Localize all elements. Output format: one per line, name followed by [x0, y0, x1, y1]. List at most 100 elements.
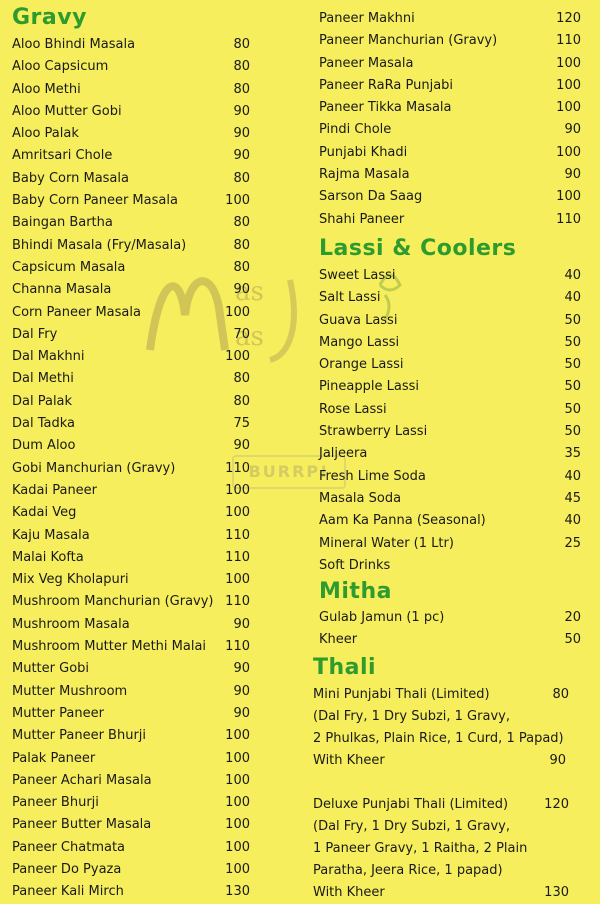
- item-price: 40: [564, 513, 581, 529]
- item-name: Mushroom Masala: [12, 616, 130, 632]
- item-name: Mango Lassi: [319, 334, 400, 350]
- item-name: Paneer Do Pyaza: [12, 861, 122, 877]
- item-name: Sweet Lassi: [319, 267, 396, 283]
- menu-item: Dal Palak 80: [12, 391, 250, 413]
- item-price: 100: [225, 349, 250, 365]
- menu-item: Gulab Jamun (1 pc) 20: [319, 607, 581, 629]
- item-name: Dal Fry: [12, 326, 58, 342]
- item-price: 110: [225, 527, 250, 543]
- thali-line: (Dal Fry, 1 Dry Subzi, 1 Gravy,: [313, 708, 510, 724]
- item-name: Paneer Kali Mirch: [12, 884, 124, 900]
- section-title-mitha: Mitha: [319, 579, 392, 605]
- menu-item: Mushroom Mutter Methi Malai 110: [12, 636, 250, 658]
- item-price: 110: [556, 33, 581, 49]
- menu-item: Strawberry Lassi 50: [319, 421, 581, 443]
- thali-line: (Dal Fry, 1 Dry Subzi, 1 Gravy,: [313, 818, 510, 834]
- item-name: Jaljeera: [319, 446, 368, 462]
- menu-item: Mutter Mushroom 90: [12, 681, 250, 703]
- item-name: Dal Tadka: [12, 416, 75, 432]
- item-price: 100: [225, 572, 250, 588]
- item-name: Paneer Butter Masala: [12, 817, 152, 833]
- item-price: 90: [233, 616, 250, 632]
- menu-item: Fresh Lime Soda 40: [319, 466, 581, 488]
- menu-item: Aloo Mutter Gobi 90: [12, 101, 250, 123]
- item-name: Mutter Paneer Bhurji: [12, 728, 147, 744]
- thali-line: Paratha, Jeera Rice, 1 papad): [313, 862, 503, 878]
- item-price: 100: [225, 750, 250, 766]
- item-name: Mutter Gobi: [12, 661, 90, 677]
- item-price: 100: [225, 505, 250, 521]
- item-name: Aloo Capsicum: [12, 59, 109, 75]
- item-price: 100: [225, 795, 250, 811]
- menu-item: Mix Veg Kholapuri 100: [12, 569, 250, 591]
- thali-line: Mini Punjabi Thali (Limited): [313, 686, 490, 702]
- item-name: Sarson Da Saag: [319, 189, 423, 205]
- menu-item: Palak Paneer 100: [12, 748, 250, 770]
- item-name: Strawberry Lassi: [319, 424, 428, 440]
- menu-item: Orange Lassi 50: [319, 354, 581, 376]
- item-price: 40: [564, 267, 581, 283]
- item-price: 50: [564, 632, 581, 648]
- item-price: 130: [544, 884, 569, 900]
- menu-item: Punjabi Khadi 100: [319, 142, 581, 164]
- item-price: 90: [233, 683, 250, 699]
- item-price: 90: [233, 438, 250, 454]
- item-name: Paneer RaRa Punjabi: [319, 77, 454, 93]
- item-price: 90: [233, 282, 250, 298]
- item-price: 110: [225, 460, 250, 476]
- menu-item: Aam Ka Panna (Seasonal) 40: [319, 510, 581, 532]
- item-name: Baingan Bartha: [12, 215, 113, 231]
- lassi-list: Sweet Lassi 40 Salt Lassi 40 Guava Lassi 50 Ma…: [319, 265, 581, 577]
- menu-item: Kheer 50: [319, 629, 581, 651]
- item-name: Corn Paneer Masala: [12, 304, 141, 320]
- item-price: 80: [233, 371, 250, 387]
- item-name: Paneer Bhurji: [12, 795, 99, 811]
- right-column: Paneer Makhni 120 Paneer Manchurian (Gravy…: [313, 0, 581, 904]
- item-price: 70: [233, 326, 250, 342]
- item-price: 100: [556, 144, 581, 160]
- item-name: Masala Soda: [319, 490, 402, 506]
- item-name: Dum Aloo: [12, 438, 76, 454]
- item-price: 100: [225, 817, 250, 833]
- item-price: 90: [233, 126, 250, 142]
- item-name: Aloo Bhindi Masala: [12, 37, 136, 52]
- item-name: Aloo Methi: [12, 81, 81, 97]
- menu-item: Kadai Paneer 100: [12, 480, 250, 502]
- menu-item: Salt Lassi 40: [319, 287, 581, 309]
- item-price: 110: [225, 639, 250, 655]
- item-name: Mutter Mushroom: [12, 683, 128, 699]
- menu-item: Channa Masala 90: [12, 279, 250, 301]
- item-price: 100: [225, 304, 250, 320]
- item-price: 50: [564, 312, 581, 328]
- item-price: 50: [564, 401, 581, 417]
- menu-item: Mango Lassi 50: [319, 332, 581, 354]
- item-name: Orange Lassi: [319, 357, 404, 373]
- item-name: Kheer: [319, 632, 358, 648]
- item-name: Baby Corn Masala: [12, 170, 129, 186]
- item-price: 80: [233, 59, 250, 75]
- left-column: Gravy Aloo Bhindi Masala 80 Aloo Capsicum 8…: [12, 0, 250, 904]
- item-price: 50: [564, 379, 581, 395]
- menu-item: Paneer Masala 100: [319, 53, 581, 75]
- item-name: Mineral Water (1 Ltr): [319, 535, 454, 551]
- item-name: Paneer Makhni: [319, 11, 415, 26]
- item-name: Paneer Achari Masala: [12, 772, 152, 788]
- item-price: 80: [233, 37, 250, 52]
- menu-item: Paneer Butter Masala 100: [12, 814, 250, 836]
- item-price: 80: [233, 170, 250, 186]
- item-name: Soft Drinks: [319, 557, 391, 573]
- item-name: Pineapple Lassi: [319, 379, 419, 395]
- menu-item: Mutter Paneer 90: [12, 703, 250, 725]
- menu-item: Kadai Veg 100: [12, 502, 250, 524]
- thali-line: 1 Paneer Gravy, 1 Raitha, 2 Plain: [313, 840, 528, 856]
- menu-item: Pindi Chole 90: [319, 119, 581, 141]
- item-name: Paneer Tikka Masala: [319, 100, 452, 116]
- menu-item: Dal Fry 70: [12, 324, 250, 346]
- menu-item: Corn Paneer Masala 100: [12, 302, 250, 324]
- item-name: Dal Makhni: [12, 349, 85, 365]
- item-price: 100: [225, 482, 250, 498]
- menu-item: Dal Tadka 75: [12, 413, 250, 435]
- item-price: 90: [549, 752, 566, 768]
- item-name: Pindi Chole: [319, 122, 392, 138]
- menu-item: Masala Soda 45: [319, 488, 581, 510]
